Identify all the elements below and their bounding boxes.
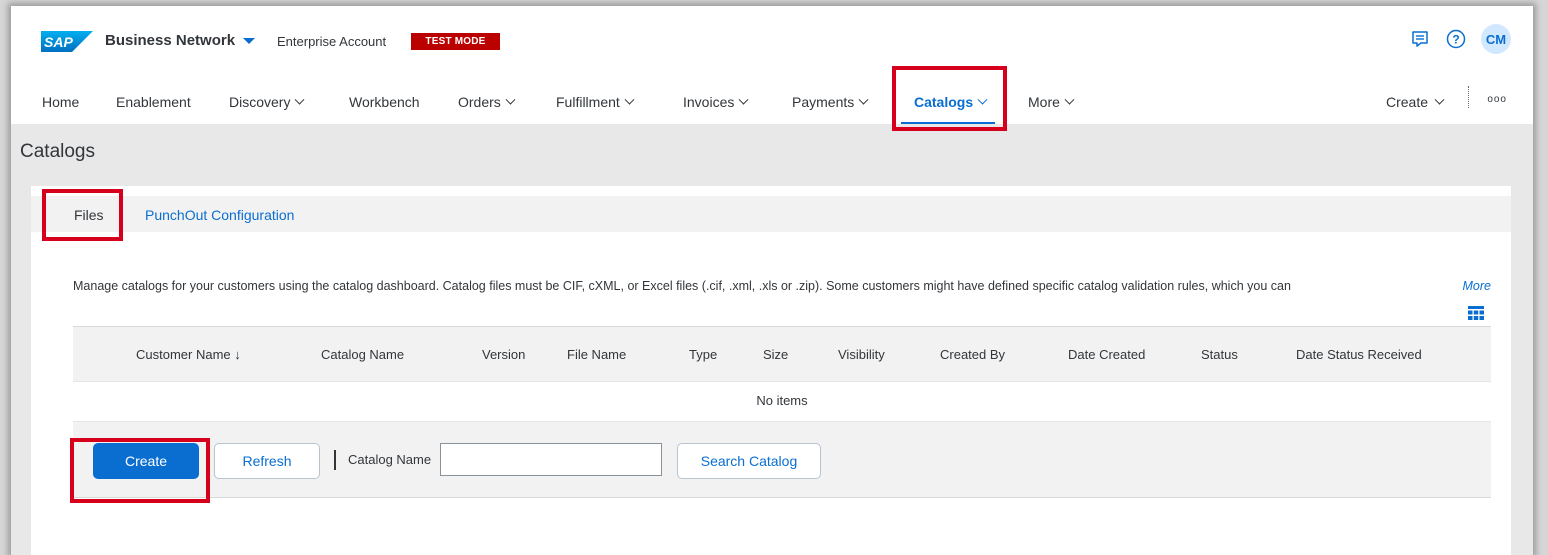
column-header-size[interactable]: Size (763, 347, 788, 362)
toolbar-divider (334, 450, 336, 470)
chevron-down-icon (505, 94, 516, 105)
nav-fulfillment[interactable]: Fulfillment (556, 94, 635, 110)
svg-text:?: ? (1452, 33, 1459, 47)
user-avatar[interactable]: CM (1481, 24, 1511, 54)
column-header-visibility[interactable]: Visibility (838, 347, 885, 362)
table-settings-icon[interactable] (1468, 306, 1484, 320)
svg-text:SAP: SAP (44, 34, 73, 50)
subtab-bar: Files PunchOut Configuration (31, 196, 1511, 232)
content-area: Files PunchOut Configuration Manage cata… (11, 176, 1533, 555)
tab-punchout-configuration[interactable]: PunchOut Configuration (145, 207, 294, 223)
sap-logo: SAP (41, 31, 93, 52)
help-icon[interactable]: ? (1445, 28, 1467, 50)
chevron-down-icon (858, 94, 869, 105)
nav-label: Fulfillment (556, 94, 620, 110)
nav-label: Invoices (683, 94, 735, 110)
column-header-type[interactable]: Type (689, 347, 717, 362)
nav-discovery[interactable]: Discovery (229, 94, 305, 110)
nav-payments[interactable]: Payments (792, 94, 869, 110)
feedback-icon[interactable] (1409, 28, 1431, 50)
shell-actions: ? CM (1409, 24, 1511, 54)
nav-home[interactable]: Home (42, 94, 79, 110)
empty-table-message: No items (73, 382, 1491, 422)
column-header-created-by[interactable]: Created By (940, 347, 1005, 362)
table-header: Customer Name ↓ Catalog Name Version Fil… (73, 326, 1491, 382)
column-header-version[interactable]: Version (482, 347, 525, 362)
nav-label: More (1028, 94, 1060, 110)
catalog-name-input[interactable] (440, 443, 662, 476)
column-header-status[interactable]: Status (1201, 347, 1238, 362)
column-header-date-created[interactable]: Date Created (1068, 347, 1145, 362)
chevron-down-icon (624, 94, 635, 105)
tab-files[interactable]: Files (74, 207, 104, 223)
nav-create-menu[interactable]: Create (1385, 94, 1445, 110)
nav-label: Payments (792, 94, 855, 110)
nav-more[interactable]: More (1028, 94, 1075, 110)
nav-label: Catalogs (914, 94, 974, 110)
nav-invoices[interactable]: Invoices (683, 94, 749, 110)
create-button[interactable]: Create (93, 443, 199, 479)
test-mode-badge: TEST MODE (411, 33, 500, 50)
account-type: Enterprise Account (277, 34, 387, 49)
nav-enablement[interactable]: Enablement (116, 94, 191, 110)
nav-orders[interactable]: Orders (458, 94, 516, 110)
nav-label: Home (42, 94, 80, 110)
overflow-menu-icon[interactable]: ooo (1487, 94, 1507, 105)
product-name: Business Network (105, 32, 236, 49)
chevron-down-icon (977, 94, 988, 105)
column-header-date-status-received[interactable]: Date Status Received (1296, 347, 1422, 362)
chevron-down-icon (295, 94, 305, 105)
nav-label: Discovery (229, 94, 291, 110)
column-header-catalog-name[interactable]: Catalog Name (321, 347, 404, 362)
column-header-customer-name[interactable]: Customer Name ↓ (136, 347, 241, 362)
catalog-name-label: Catalog Name (348, 452, 432, 467)
refresh-button[interactable]: Refresh (214, 443, 320, 479)
chevron-down-icon (1064, 94, 1075, 105)
chevron-down-icon (1434, 94, 1445, 105)
search-catalog-button[interactable]: Search Catalog (677, 443, 821, 479)
table-toolbar: Create Refresh Catalog Name Search Catal… (73, 422, 1491, 498)
main-nav: Home Enablement Discovery Workbench Orde… (11, 76, 1533, 124)
nav-workbench[interactable]: Workbench (349, 94, 420, 110)
caret-down-icon (243, 37, 256, 44)
nav-catalogs[interactable]: Catalogs (914, 94, 988, 110)
chevron-down-icon (738, 94, 749, 105)
catalog-description: Manage catalogs for your customers using… (73, 279, 1291, 293)
nav-label: Workbench (349, 94, 420, 110)
page-header: Catalogs (11, 124, 1533, 176)
nav-label: Enablement (116, 94, 191, 110)
catalogs-table: Customer Name ↓ Catalog Name Version Fil… (73, 326, 1491, 498)
column-header-file-name[interactable]: File Name (567, 347, 626, 362)
app-window: SAP Business Network Enterprise Account … (11, 6, 1533, 555)
nav-create-label: Create (1385, 94, 1428, 110)
page-title: Catalogs (20, 141, 95, 162)
nav-label: Orders (458, 94, 501, 110)
product-switcher[interactable]: Business Network (105, 32, 256, 49)
more-link[interactable]: More (1463, 279, 1491, 293)
catalogs-panel: Files PunchOut Configuration Manage cata… (31, 186, 1511, 555)
nav-divider (1468, 86, 1469, 108)
shell-bar: SAP Business Network Enterprise Account … (11, 6, 1533, 76)
